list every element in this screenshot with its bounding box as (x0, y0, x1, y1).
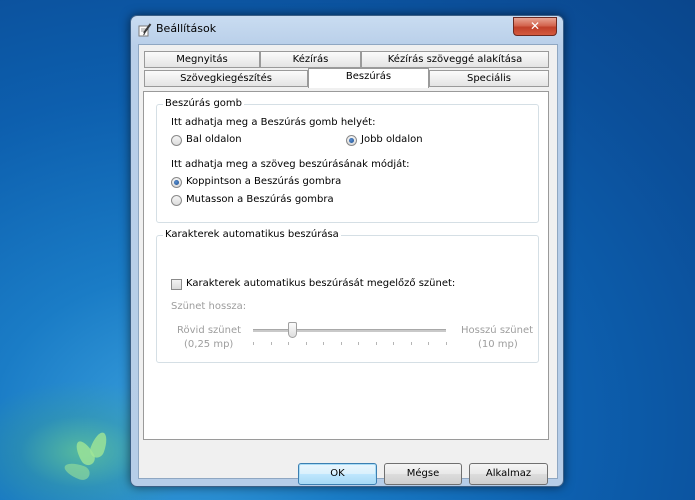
radio-left-side-label[interactable]: Bal oldalon (186, 134, 242, 145)
ok-button[interactable]: OK (298, 463, 377, 485)
slider-tick (288, 342, 290, 345)
radio-right-side[interactable] (346, 135, 357, 146)
tab-beszuras[interactable]: Beszúrás (308, 68, 429, 88)
tab-label: Megnyitás (176, 54, 228, 65)
long-pause-label: Hosszú szünet (461, 325, 534, 336)
radio-right-side-label[interactable]: Jobb oldalon (361, 134, 423, 145)
slider-tick (375, 342, 377, 345)
slider-tick (410, 342, 412, 345)
dialog-client-area: Megnyitás Kézírás Kézírás szöveggé alakí… (138, 44, 558, 485)
title-bar[interactable]: Beállítások ✕ (131, 16, 563, 44)
pause-checkbox[interactable] (171, 279, 182, 290)
radio-hover-insert[interactable] (171, 195, 182, 206)
slider-tick (340, 342, 342, 345)
pause-slider-track[interactable] (253, 329, 446, 332)
slider-tick (270, 342, 272, 345)
slider-tick (358, 342, 360, 345)
long-pause-value: (10 mp) (478, 339, 518, 350)
radio-tap-insert-label[interactable]: Koppintson a Beszúrás gombra (186, 176, 341, 187)
close-button[interactable]: ✕ (513, 17, 557, 36)
group-title: Beszúrás gomb (163, 98, 244, 109)
tab-kezirás[interactable]: Kézírás (260, 51, 361, 68)
pause-slider-thumb[interactable] (287, 322, 297, 338)
pause-length-label: Szünet hossza: (171, 301, 247, 312)
tab-megnyitas[interactable]: Megnyitás (144, 51, 260, 68)
slider-tick (393, 342, 395, 345)
pen-settings-icon (138, 23, 152, 37)
slider-tick (428, 342, 430, 345)
mode-prompt: Itt adhatja meg a szöveg beszúrásának mó… (171, 159, 410, 170)
selected-dot (174, 180, 179, 185)
ok-button-label: OK (330, 468, 345, 479)
radio-left-side[interactable] (171, 135, 182, 146)
slider-tick (323, 342, 325, 345)
tab-specialis[interactable]: Speciális (429, 70, 549, 87)
insert-button-group: Beszúrás gomb Itt adhatja meg a Beszúrás… (156, 98, 539, 223)
location-prompt: Itt adhatja meg a Beszúrás gomb helyét: (171, 117, 376, 128)
tab-label: Kézírás (292, 54, 329, 65)
tab-szovegkiegeszites[interactable]: Szövegkiegészítés (144, 70, 308, 87)
cancel-button-label: Mégse (406, 468, 440, 479)
radio-tap-insert[interactable] (171, 177, 182, 188)
slider-tick (305, 342, 307, 345)
short-pause-value: (0,25 mp) (184, 339, 234, 350)
selected-dot (349, 138, 354, 143)
tab-label: Speciális (466, 73, 512, 84)
short-pause-label: Rövid szünet (177, 325, 242, 336)
pause-checkbox-label[interactable]: Karakterek automatikus beszúrását megelő… (186, 278, 455, 289)
slider-tick (446, 342, 447, 345)
window-title: Beállítások (156, 22, 217, 35)
auto-insert-group: Karakterek automatikus beszúrása Karakte… (156, 229, 539, 363)
tab-kezirás-szovegge-alakitasa[interactable]: Kézírás szöveggé alakítása (361, 51, 549, 68)
cancel-button[interactable]: Mégse (384, 463, 462, 485)
tab-label: Szövegkiegészítés (180, 73, 272, 84)
slider-tick (253, 342, 254, 345)
close-icon: ✕ (529, 19, 541, 33)
settings-window: Beállítások ✕ Megnyitás Kézírás Kézírás … (130, 15, 564, 487)
tab-panel-beszuras: Beszúrás gomb Itt adhatja meg a Beszúrás… (143, 91, 549, 440)
apply-button[interactable]: Alkalmaz (469, 463, 548, 485)
radio-hover-insert-label[interactable]: Mutasson a Beszúrás gombra (186, 194, 334, 205)
tab-label: Beszúrás (345, 71, 392, 82)
group-title: Karakterek automatikus beszúrása (163, 229, 341, 240)
tab-label: Kézírás szöveggé alakítása (387, 54, 523, 65)
apply-button-label: Alkalmaz (485, 468, 532, 479)
